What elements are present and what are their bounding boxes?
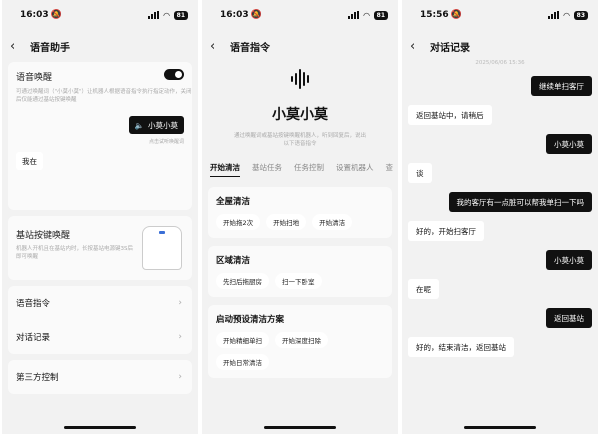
status-bar: 16:03 🔕 ◠ 81 <box>2 0 198 30</box>
chat-message-robot: 谈 <box>408 163 432 183</box>
menu-card: 语音指令 › 对话记录 › <box>8 286 192 354</box>
voice-wake-desc: 可通过唤醒词（"小莫小莫"）让机器人根据语音指令执行指定动作，关闭后仅能通过基站… <box>16 89 192 103</box>
command-chip[interactable]: 开始日常清洁 <box>216 354 269 370</box>
wifi-icon: ◠ <box>163 10 170 20</box>
wake-word-title: 小莫小莫 <box>272 107 328 123</box>
tab-query[interactable]: 查 <box>386 162 394 173</box>
chat-message-user: 我的客厅有一点脏可以帮我单扫一下吗 <box>448 192 592 212</box>
reply-bubble: 我在 <box>16 152 43 170</box>
status-time: 16:03 <box>220 10 249 20</box>
chat-message-robot: 好的，结束清洁，返回基站 <box>408 337 514 357</box>
status-time: 16:03 <box>20 10 49 20</box>
back-icon[interactable]: ‹ <box>410 39 426 54</box>
instructions-desc: 通过唤醒词或基站按键唤醒机器人，听到回复后，说出以下语音指令 <box>233 133 366 147</box>
signal-icon <box>548 11 560 19</box>
chat-message-robot: 好的，开始扫客厅 <box>408 221 484 241</box>
voice-wave-icon <box>202 68 398 90</box>
page-title: 对话记录 <box>430 42 470 54</box>
chat-message-user: 小莫小莫 <box>546 250 592 270</box>
group-title: 区域清洁 <box>216 256 251 266</box>
page-title: 语音指令 <box>230 42 270 54</box>
home-indicator <box>64 426 136 429</box>
menu-item-label: 第三方控制 <box>16 373 59 383</box>
third-party-card: 第三方控制 › <box>8 360 192 394</box>
menu-item-label: 对话记录 <box>16 333 51 343</box>
battery-icon: 81 <box>173 10 188 20</box>
tab-start-cleaning[interactable]: 开始清洁 <box>210 162 240 177</box>
status-time: 15:56 <box>420 10 449 20</box>
voice-commands-screen: 16:03 🔕 ◠ 81 ‹ 语音指令 小莫小莫 通过唤醒词或基站按键唤醒机器人… <box>202 0 398 434</box>
chevron-right-icon: › <box>178 298 182 308</box>
signal-icon <box>148 11 160 19</box>
back-icon[interactable]: ‹ <box>210 39 226 54</box>
base-wake-card[interactable]: 基站按键唤醒 机器人开机且在基站内时，长按基站电源键3S后即可唤醒 <box>8 216 192 280</box>
battery-icon: 83 <box>573 10 588 20</box>
group-title: 全屋清洁 <box>216 197 251 207</box>
chat-message-user: 继续单扫客厅 <box>531 76 592 96</box>
status-bar: 16:03 🔕 ◠ 81 <box>202 0 398 30</box>
wake-word-button[interactable]: 🔈 小莫小莫 <box>128 116 184 134</box>
mute-icon: 🔕 <box>450 10 462 20</box>
chat-message-user: 返回基站 <box>546 308 592 328</box>
menu-item-chat-history[interactable]: 对话记录 › <box>8 320 192 354</box>
chat-message-user: 小莫小莫 <box>546 134 592 154</box>
group-preset-plans: 启动预设清洁方案 开始精细单扫 开始深度扫除 开始日常清洁 <box>208 305 392 378</box>
voice-wake-title: 语音唤醒 <box>16 73 53 83</box>
tab-robot-settings[interactable]: 设置机器人 <box>336 162 374 173</box>
voice-wake-toggle[interactable] <box>164 69 184 80</box>
menu-item-third-party[interactable]: 第三方控制 › <box>8 360 192 394</box>
chat-history-screen: 15:56 🔕 ◠ 83 ‹ 对话记录 2025/06/06 15:36 继续单… <box>402 0 598 434</box>
page-title: 语音助手 <box>30 42 70 54</box>
chat-message-robot: 返回基站中，请稍后 <box>408 105 492 125</box>
mute-icon: 🔕 <box>50 10 62 20</box>
tab-task-control[interactable]: 任务控制 <box>294 162 324 173</box>
menu-item-voice-commands[interactable]: 语音指令 › <box>8 286 192 320</box>
mute-icon: 🔕 <box>250 10 262 20</box>
wake-word-label: 小莫小莫 <box>148 120 178 130</box>
group-title: 启动预设清洁方案 <box>216 315 285 325</box>
base-station-illustration <box>142 226 182 270</box>
back-icon[interactable]: ‹ <box>10 39 26 54</box>
voice-wake-card: 语音唤醒 可通过唤醒词（"小莫小莫"）让机器人根据语音指令执行指定动作，关闭后仅… <box>8 62 192 210</box>
wifi-icon: ◠ <box>363 10 370 20</box>
status-bar: 15:56 🔕 ◠ 83 <box>402 0 598 30</box>
chevron-right-icon: › <box>178 372 182 382</box>
signal-icon <box>348 11 360 19</box>
chat-message-robot: 在呢 <box>408 279 439 299</box>
command-chip[interactable]: 开始扫地 <box>266 214 307 230</box>
wifi-icon: ◠ <box>563 10 570 20</box>
battery-icon: 81 <box>373 10 388 20</box>
command-chip[interactable]: 开始拖2次 <box>216 214 261 230</box>
group-area: 区域清洁 先扫后拖厨房 扫一下卧室 <box>208 246 392 297</box>
command-chip[interactable]: 先扫后拖厨房 <box>216 273 269 289</box>
speaker-icon: 🔈 <box>134 120 144 130</box>
command-chip[interactable]: 开始精细单扫 <box>216 332 269 348</box>
base-wake-desc: 机器人开机且在基站内时，长按基站电源键3S后即可唤醒 <box>16 246 133 260</box>
command-chip[interactable]: 开始深度扫除 <box>275 332 328 348</box>
header: ‹ 对话记录 <box>402 30 598 62</box>
chevron-right-icon: › <box>178 332 182 342</box>
menu-item-label: 语音指令 <box>16 299 51 309</box>
header: ‹ 语音助手 <box>2 30 198 62</box>
home-indicator <box>264 426 336 429</box>
header: ‹ 语音指令 <box>202 30 398 62</box>
voice-assistant-screen: 16:03 🔕 ◠ 81 ‹ 语音助手 语音唤醒 可通过唤醒词（"小莫小莫"）让… <box>2 0 198 434</box>
group-whole-house: 全屋清洁 开始拖2次 开始扫地 开始清洁 <box>208 187 392 238</box>
command-chip[interactable]: 扫一下卧室 <box>275 273 322 289</box>
wake-hint: 点击试听唤醒词 <box>148 139 184 145</box>
chat-date: 2025/06/06 15:36 <box>475 60 525 66</box>
tab-base-tasks[interactable]: 基站任务 <box>252 162 282 173</box>
home-indicator <box>464 426 536 429</box>
command-chip[interactable]: 开始清洁 <box>312 214 353 230</box>
command-tabs: 开始清洁 基站任务 任务控制 设置机器人 查 <box>202 162 398 177</box>
